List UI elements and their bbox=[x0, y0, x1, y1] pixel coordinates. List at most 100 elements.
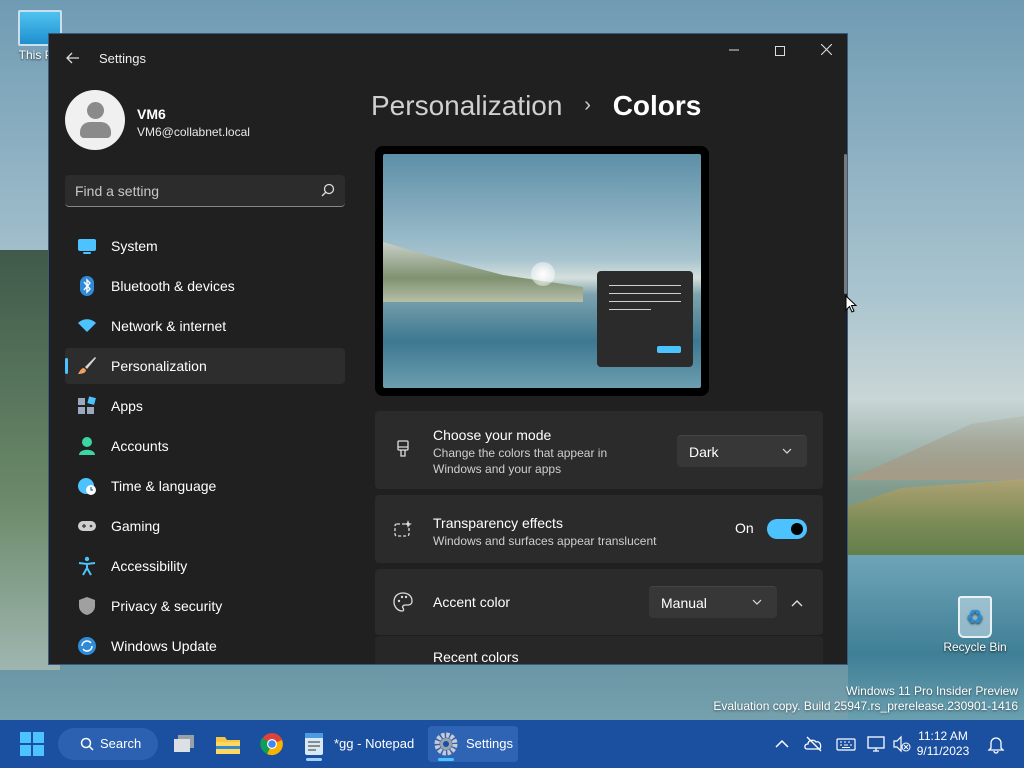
close-icon bbox=[820, 43, 832, 56]
accent-color-title: Accent color bbox=[433, 594, 511, 610]
brush-icon bbox=[78, 357, 96, 374]
nav-label: Accessibility bbox=[111, 558, 188, 574]
gamepad-icon bbox=[78, 521, 96, 531]
taskbar-settings-label: Settings bbox=[466, 736, 513, 751]
recent-colors-section: Recent colors bbox=[375, 635, 823, 664]
bluetooth-icon bbox=[80, 276, 94, 296]
nav-item-personalization[interactable]: Personalization bbox=[65, 348, 345, 384]
watermark-line1: Windows 11 Pro Insider Preview bbox=[846, 684, 1018, 698]
transparency-card: Transparency effects Windows and surface… bbox=[375, 495, 823, 563]
nav-item-windows-update[interactable]: Windows Update bbox=[65, 628, 345, 664]
preview-text-line bbox=[609, 285, 681, 286]
breadcrumb-parent[interactable]: Personalization bbox=[371, 90, 562, 121]
mouse-cursor-icon bbox=[845, 295, 857, 313]
windows-logo-icon bbox=[33, 745, 44, 756]
taskbar-settings[interactable]: Settings bbox=[428, 726, 518, 762]
nav-label: Personalization bbox=[111, 358, 207, 374]
notepad-icon bbox=[305, 733, 323, 755]
monitor-icon bbox=[78, 239, 96, 254]
choose-mode-description: Change the colors that appear in Windows… bbox=[433, 446, 608, 476]
watermark-line2: Evaluation copy. Build 25947.rs_prerelea… bbox=[713, 699, 1018, 713]
preview-text-line bbox=[609, 293, 681, 294]
start-button[interactable] bbox=[20, 732, 44, 756]
person-icon bbox=[79, 437, 95, 455]
update-icon bbox=[78, 637, 96, 655]
settings-nav: System Bluetooth & devices Network & int… bbox=[65, 228, 345, 664]
desktop-mountains-right bbox=[848, 416, 1024, 480]
find-setting-box[interactable] bbox=[65, 175, 345, 207]
accent-dropdown-value: Manual bbox=[661, 595, 707, 611]
search-input[interactable] bbox=[75, 181, 305, 201]
taskbar-notepad[interactable]: *gg - Notepad bbox=[298, 726, 420, 762]
preview-text-line bbox=[609, 309, 651, 310]
nav-label: Windows Update bbox=[111, 638, 217, 654]
nav-label: Network & internet bbox=[111, 318, 227, 334]
palette-icon bbox=[393, 592, 413, 612]
accent-color-card[interactable]: Accent color Manual bbox=[375, 569, 823, 635]
nav-label: Privacy & security bbox=[111, 598, 223, 614]
volume-muted-icon[interactable] bbox=[892, 734, 912, 754]
chrome-icon bbox=[260, 733, 283, 756]
nav-item-gaming[interactable]: Gaming bbox=[65, 508, 345, 544]
maximize-button[interactable] bbox=[757, 34, 803, 66]
paint-brush-icon bbox=[397, 440, 409, 457]
avatar-head bbox=[87, 102, 104, 119]
choose-mode-title: Choose your mode bbox=[433, 427, 552, 443]
keyboard-icon[interactable] bbox=[836, 734, 856, 754]
clock-time: 11:12 AM bbox=[918, 729, 968, 743]
nav-label: Gaming bbox=[111, 518, 161, 534]
close-button[interactable] bbox=[803, 34, 847, 66]
chevron-up-icon[interactable] bbox=[787, 593, 807, 613]
settings-gear-icon bbox=[434, 732, 458, 756]
taskbar-search[interactable]: Search bbox=[58, 728, 158, 760]
transparency-title: Transparency effects bbox=[433, 515, 563, 531]
nav-item-network[interactable]: Network & internet bbox=[65, 308, 345, 344]
nav-item-time-language[interactable]: Time & language bbox=[65, 468, 345, 504]
preview-sun bbox=[531, 262, 555, 286]
taskbar-chrome[interactable] bbox=[254, 726, 290, 762]
breadcrumb: Personalization › Colors bbox=[371, 90, 701, 122]
network-icon[interactable] bbox=[866, 734, 886, 754]
nav-item-accounts[interactable]: Accounts bbox=[65, 428, 345, 464]
taskbar-file-explorer[interactable] bbox=[210, 726, 246, 762]
nav-item-accessibility[interactable]: Accessibility bbox=[65, 548, 345, 584]
notification-bell-icon[interactable] bbox=[986, 734, 1006, 754]
accessibility-icon bbox=[78, 556, 96, 576]
nav-item-system[interactable]: System bbox=[65, 228, 345, 264]
nav-item-bluetooth[interactable]: Bluetooth & devices bbox=[65, 268, 345, 304]
windows-logo-icon bbox=[33, 732, 44, 743]
search-icon[interactable] bbox=[321, 183, 335, 197]
accent-dropdown[interactable]: Manual bbox=[649, 586, 777, 618]
transparency-description: Windows and surfaces appear translucent bbox=[433, 534, 657, 548]
scrollbar[interactable] bbox=[844, 154, 847, 294]
taskbar-task-view[interactable] bbox=[166, 726, 202, 762]
back-button[interactable] bbox=[61, 46, 85, 70]
chevron-down-icon bbox=[782, 448, 792, 454]
sparkle-icon bbox=[394, 520, 412, 537]
transparency-toggle[interactable] bbox=[767, 519, 807, 539]
chevron-down-icon bbox=[752, 599, 762, 605]
title-bar[interactable]: Settings bbox=[49, 34, 847, 82]
search-icon bbox=[80, 737, 94, 751]
file-explorer-icon bbox=[216, 737, 240, 754]
theme-preview bbox=[375, 146, 709, 396]
nav-item-privacy-security[interactable]: Privacy & security bbox=[65, 588, 345, 624]
toggle-state-label: On bbox=[735, 520, 754, 536]
taskbar: Search *gg - Notepad Settings 11:12 AM 9… bbox=[0, 720, 1024, 768]
preview-sample-window bbox=[597, 271, 693, 367]
taskbar-clock[interactable]: 11:12 AM 9/11/2023 bbox=[912, 729, 974, 759]
active-indicator bbox=[438, 758, 454, 761]
nav-item-apps[interactable]: Apps bbox=[65, 388, 345, 424]
nav-label: Accounts bbox=[111, 438, 169, 454]
user-email: VM6@collabnet.local bbox=[137, 125, 250, 139]
maximize-icon bbox=[775, 46, 785, 57]
mode-dropdown[interactable]: Dark bbox=[677, 435, 807, 467]
back-arrow-icon bbox=[66, 52, 79, 64]
chevron-up-icon[interactable] bbox=[772, 734, 792, 754]
desktop-icon-recycle-bin[interactable]: ♻ Recycle Bin bbox=[940, 596, 1010, 654]
window-title: Settings bbox=[99, 51, 146, 66]
onedrive-offline-icon[interactable] bbox=[804, 734, 824, 754]
avatar[interactable] bbox=[65, 90, 125, 150]
minimize-button[interactable] bbox=[711, 34, 757, 66]
shield-icon bbox=[79, 597, 95, 615]
